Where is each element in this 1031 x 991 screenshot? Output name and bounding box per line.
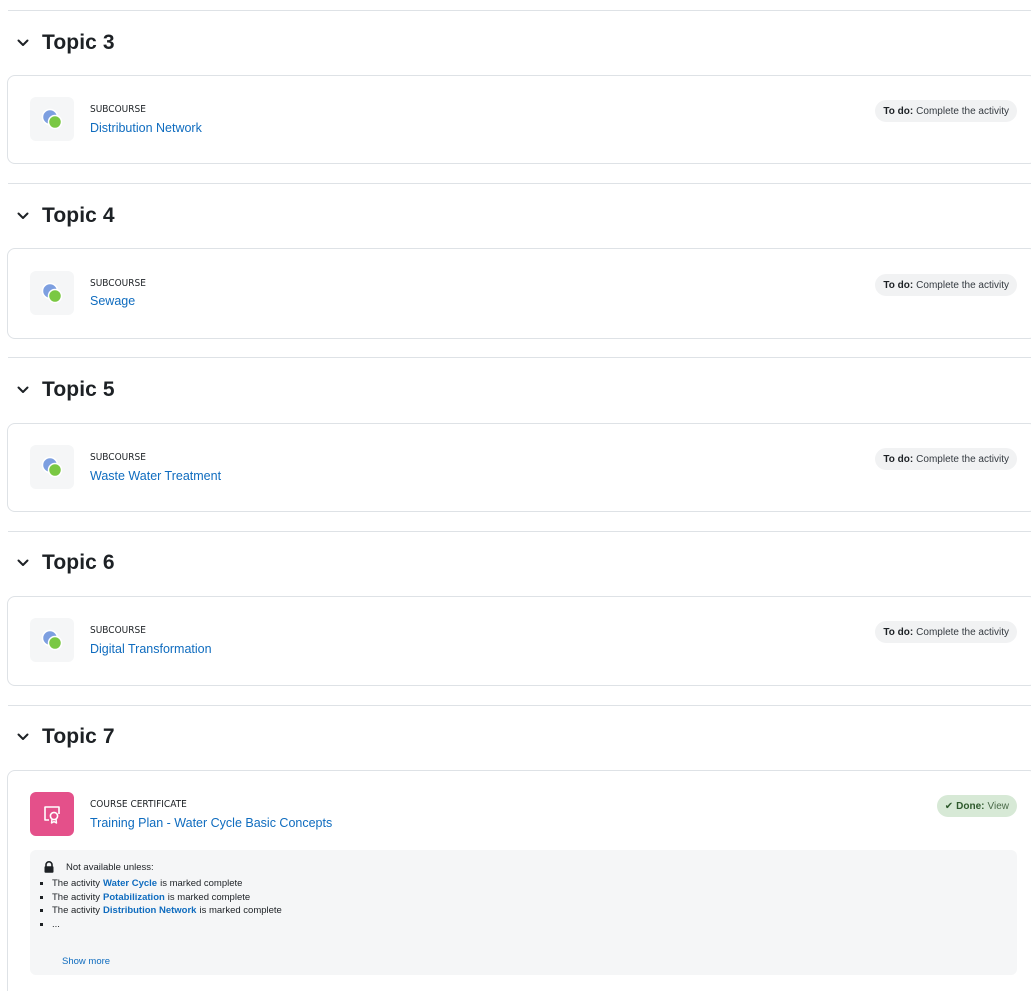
activity-type: SUBCOURSE	[90, 625, 146, 636]
bullet	[40, 922, 43, 926]
section-header[interactable]: Topic 4	[12, 201, 115, 231]
restriction-ellipsis: ...	[52, 918, 60, 930]
restriction-activity-link[interactable]: Distribution Network	[103, 905, 196, 916]
status-label: To do:	[883, 105, 914, 117]
section-header[interactable]: Topic 5	[12, 375, 115, 405]
section-divider	[8, 705, 1031, 706]
lock-icon	[44, 861, 54, 873]
section-divider	[8, 357, 1031, 358]
section-title: Topic 3	[42, 31, 115, 54]
restriction-suffix: is marked complete	[160, 878, 243, 890]
checkmark-icon: ✔	[944, 800, 954, 812]
status-text: View	[987, 800, 1010, 812]
section-header[interactable]: Topic 6	[12, 548, 115, 578]
section-header[interactable]: Topic 3	[12, 28, 115, 58]
restriction-activity-link[interactable]: Potabilization	[103, 892, 165, 903]
show-more-link[interactable]: Show more	[62, 956, 110, 967]
restriction-item: ...	[40, 918, 282, 932]
status-text: Complete the activity	[916, 279, 1009, 291]
section-divider	[8, 531, 1031, 532]
activity-type: SUBCOURSE	[90, 452, 146, 463]
status-text: Complete the activity	[916, 453, 1009, 465]
chevron-down-icon[interactable]	[12, 379, 34, 401]
chevron-down-icon[interactable]	[12, 552, 34, 574]
subcourse-icon	[30, 271, 74, 315]
restriction-prefix: The activity	[52, 891, 101, 903]
bullet	[40, 909, 43, 913]
section-title: Topic 7	[42, 725, 115, 748]
activity-card: SUBCOURSE Waste Water Treatment To do: C…	[7, 423, 1031, 512]
activity-type: COURSE CERTIFICATE	[90, 799, 187, 810]
activity-link[interactable]: Digital Transformation	[90, 642, 212, 656]
restriction-item: The activity Potabilization is marked co…	[40, 891, 282, 905]
chevron-down-icon[interactable]	[12, 205, 34, 227]
restriction-item: The activity Distribution Network is mar…	[40, 904, 282, 918]
activity-link[interactable]: Training Plan - Water Cycle Basic Concep…	[90, 816, 332, 830]
status-label: To do:	[883, 626, 914, 638]
restriction-list: The activity Water Cycle is marked compl…	[40, 877, 282, 931]
chevron-down-icon[interactable]	[12, 32, 34, 54]
restriction-prefix: The activity	[52, 878, 101, 890]
activity-link[interactable]: Waste Water Treatment	[90, 469, 221, 483]
activity-link[interactable]: Distribution Network	[90, 121, 202, 135]
activity-card: COURSE CERTIFICATE Training Plan - Water…	[7, 770, 1031, 991]
restriction-suffix: is marked complete	[167, 891, 251, 903]
bullet	[40, 882, 43, 886]
activity-card: SUBCOURSE Digital Transformation To do: …	[7, 596, 1031, 686]
section-header[interactable]: Topic 7	[12, 722, 115, 752]
section-divider	[8, 10, 1031, 11]
completion-status-badge[interactable]: To do: Complete the activity	[875, 100, 1017, 122]
restriction-suffix: is marked complete	[199, 905, 282, 917]
restriction-heading-text: Not available unless:	[66, 861, 154, 873]
section-title: Topic 5	[42, 378, 115, 401]
chevron-down-icon[interactable]	[12, 726, 34, 748]
subcourse-icon	[30, 445, 74, 489]
restriction-prefix: The activity	[52, 905, 101, 917]
restriction-activity-link[interactable]: Water Cycle	[103, 878, 157, 889]
status-label: To do:	[883, 453, 914, 465]
section-title: Topic 6	[42, 551, 115, 574]
section-divider	[8, 183, 1031, 184]
status-text: Complete the activity	[916, 626, 1009, 638]
status-text: Complete the activity	[916, 105, 1009, 117]
status-label: To do:	[883, 279, 914, 291]
activity-card: SUBCOURSE Distribution Network To do: Co…	[7, 75, 1031, 164]
activity-type: SUBCOURSE	[90, 104, 146, 115]
status-label: Done:	[956, 800, 985, 812]
activity-type: SUBCOURSE	[90, 278, 146, 289]
subcourse-icon	[30, 618, 74, 662]
completion-status-badge[interactable]: To do: Complete the activity	[875, 448, 1017, 470]
subcourse-icon	[30, 97, 74, 141]
completion-status-badge[interactable]: ✔ Done: View	[936, 795, 1017, 817]
restriction-item: The activity Water Cycle is marked compl…	[40, 877, 282, 891]
activity-link[interactable]: Sewage	[90, 294, 135, 308]
restriction-heading: Not available unless:	[42, 861, 154, 873]
bullet	[40, 895, 43, 899]
completion-status-badge[interactable]: To do: Complete the activity	[875, 274, 1017, 296]
completion-status-badge[interactable]: To do: Complete the activity	[875, 621, 1017, 643]
section-title: Topic 4	[42, 204, 115, 227]
access-restrictions: Not available unless: The activity Water…	[30, 850, 1017, 975]
activity-card: SUBCOURSE Sewage To do: Complete the act…	[7, 248, 1031, 339]
certificate-icon	[30, 792, 74, 836]
